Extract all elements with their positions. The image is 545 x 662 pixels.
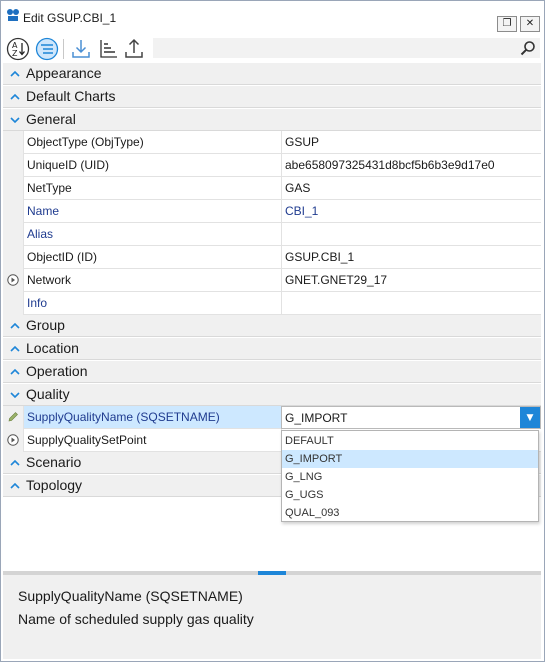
category-appearance[interactable]: Appearance [3, 63, 541, 85]
category-label: Group [26, 317, 65, 333]
description-title: SupplyQualityName (SQSETNAME) [18, 588, 243, 604]
close-button[interactable]: ✕ [520, 16, 540, 32]
category-general[interactable]: General [3, 109, 541, 131]
category-label: Appearance [26, 65, 102, 81]
app-icon [7, 9, 19, 21]
property-name: SupplyQualitySetPoint [23, 429, 281, 452]
property-name: SupplyQualityName (SQSETNAME) [23, 406, 281, 429]
property-name: Alias [23, 223, 281, 246]
property-value[interactable]: GSUP.CBI_1 [281, 246, 541, 269]
category-label: General [26, 111, 76, 127]
sort-list-button[interactable] [96, 37, 120, 61]
property-name: UniqueID (UID) [23, 154, 281, 177]
category-label: Topology [26, 477, 83, 493]
property-value[interactable]: GSUP [281, 131, 541, 154]
navigate-icon[interactable] [7, 274, 19, 286]
property-name: ObjectType (ObjType) [23, 131, 281, 154]
property-name: Name [23, 200, 281, 223]
property-row[interactable]: Alias [3, 223, 541, 246]
row-gutter [3, 246, 23, 269]
import-icon [72, 40, 90, 58]
property-value: G_IMPORT [285, 411, 348, 425]
dropdown-option[interactable]: G_LNG [282, 468, 538, 486]
property-name: NetType [23, 177, 281, 200]
description-panel: SupplyQualityName (SQSETNAME) Name of sc… [3, 575, 541, 659]
chevron-up-icon [10, 93, 20, 100]
property-name: Network [23, 269, 281, 292]
sort-alphabetical-icon: A Z [6, 37, 30, 61]
categorized-view-icon [35, 37, 59, 61]
chevron-up-icon [10, 459, 20, 466]
category-location[interactable]: Location [3, 338, 541, 360]
row-gutter [3, 292, 23, 315]
property-value[interactable]: CBI_1 [281, 200, 541, 223]
property-name: Info [23, 292, 281, 315]
chevron-up-icon [10, 368, 20, 375]
category-quality[interactable]: Quality [3, 384, 541, 406]
toolbar: A Z [3, 35, 542, 63]
property-row[interactable]: ObjectType (ObjType) GSUP [3, 131, 541, 154]
dropdown-option[interactable]: QUAL_093 [282, 504, 538, 522]
row-gutter [3, 269, 23, 292]
category-operation[interactable]: Operation [3, 361, 541, 383]
chevron-down-icon [10, 392, 20, 399]
category-label: Quality [26, 386, 70, 402]
category-label: Operation [26, 363, 88, 379]
pencil-icon [8, 412, 18, 422]
property-value[interactable]: GNET.GNET29_17 [281, 269, 541, 292]
chevron-up-icon [10, 345, 20, 352]
title-bar: Edit GSUP.CBI_1 ❐ ✕ [1, 1, 544, 32]
property-value[interactable]: GAS [281, 177, 541, 200]
window-title: Edit GSUP.CBI_1 [23, 11, 117, 25]
dropdown-option-selected[interactable]: G_IMPORT [282, 450, 538, 468]
category-group[interactable]: Group [3, 315, 541, 337]
row-gutter [3, 177, 23, 200]
property-value[interactable] [281, 223, 541, 246]
property-row[interactable]: Info [3, 292, 541, 315]
row-gutter [3, 200, 23, 223]
property-value[interactable] [281, 292, 541, 315]
chevron-up-icon [10, 482, 20, 489]
row-gutter [3, 131, 23, 154]
property-row[interactable]: ObjectID (ID) GSUP.CBI_1 [3, 246, 541, 269]
chevron-down-icon [10, 117, 20, 124]
row-gutter [3, 154, 23, 177]
property-row[interactable]: UniqueID (UID) abe658097325431d8bcf5b6b3… [3, 154, 541, 177]
export-button[interactable] [122, 37, 146, 61]
category-default-charts[interactable]: Default Charts [3, 86, 541, 108]
search-box [153, 38, 540, 60]
row-gutter [3, 406, 23, 429]
svg-text:Z: Z [12, 49, 18, 58]
dropdown-option[interactable]: G_UGS [282, 486, 538, 504]
quality-select[interactable]: G_IMPORT ▼ [281, 406, 541, 429]
import-button[interactable] [69, 37, 93, 61]
dropdown-option[interactable]: DEFAULT [282, 432, 538, 450]
row-gutter [3, 429, 23, 452]
sort-alphabetical-button[interactable]: A Z [6, 37, 30, 61]
row-gutter [3, 223, 23, 246]
property-row[interactable]: Network GNET.GNET29_17 [3, 269, 541, 292]
property-row[interactable]: Name CBI_1 [3, 200, 541, 223]
category-label: Default Charts [26, 88, 116, 104]
search-input[interactable] [157, 38, 516, 60]
chevron-up-icon [10, 322, 20, 329]
sort-list-icon [100, 40, 117, 58]
chevron-up-icon [10, 70, 20, 77]
property-name: ObjectID (ID) [23, 246, 281, 269]
search-icon[interactable] [520, 40, 536, 56]
maximize-button[interactable]: ❐ [497, 16, 517, 32]
quality-dropdown-list: DEFAULT G_IMPORT G_LNG G_UGS QUAL_093 [281, 430, 539, 522]
description-text: Name of scheduled supply gas quality [18, 611, 254, 627]
navigate-icon[interactable] [7, 434, 19, 446]
toolbar-separator [63, 39, 64, 59]
edit-window: Edit GSUP.CBI_1 ❐ ✕ A Z Appearance Defau… [0, 0, 545, 662]
dropdown-arrow-button[interactable]: ▼ [520, 407, 540, 428]
export-icon [125, 38, 143, 58]
category-label: Location [26, 340, 79, 356]
property-value[interactable]: abe658097325431d8bcf5b6b3e9d17e0 [281, 154, 541, 177]
property-row[interactable]: NetType GAS [3, 177, 541, 200]
category-label: Scenario [26, 454, 82, 470]
property-row-selected[interactable]: SupplyQualityName (SQSETNAME) G_IMPORT ▼ [3, 406, 541, 429]
categorized-view-button[interactable] [35, 37, 59, 61]
